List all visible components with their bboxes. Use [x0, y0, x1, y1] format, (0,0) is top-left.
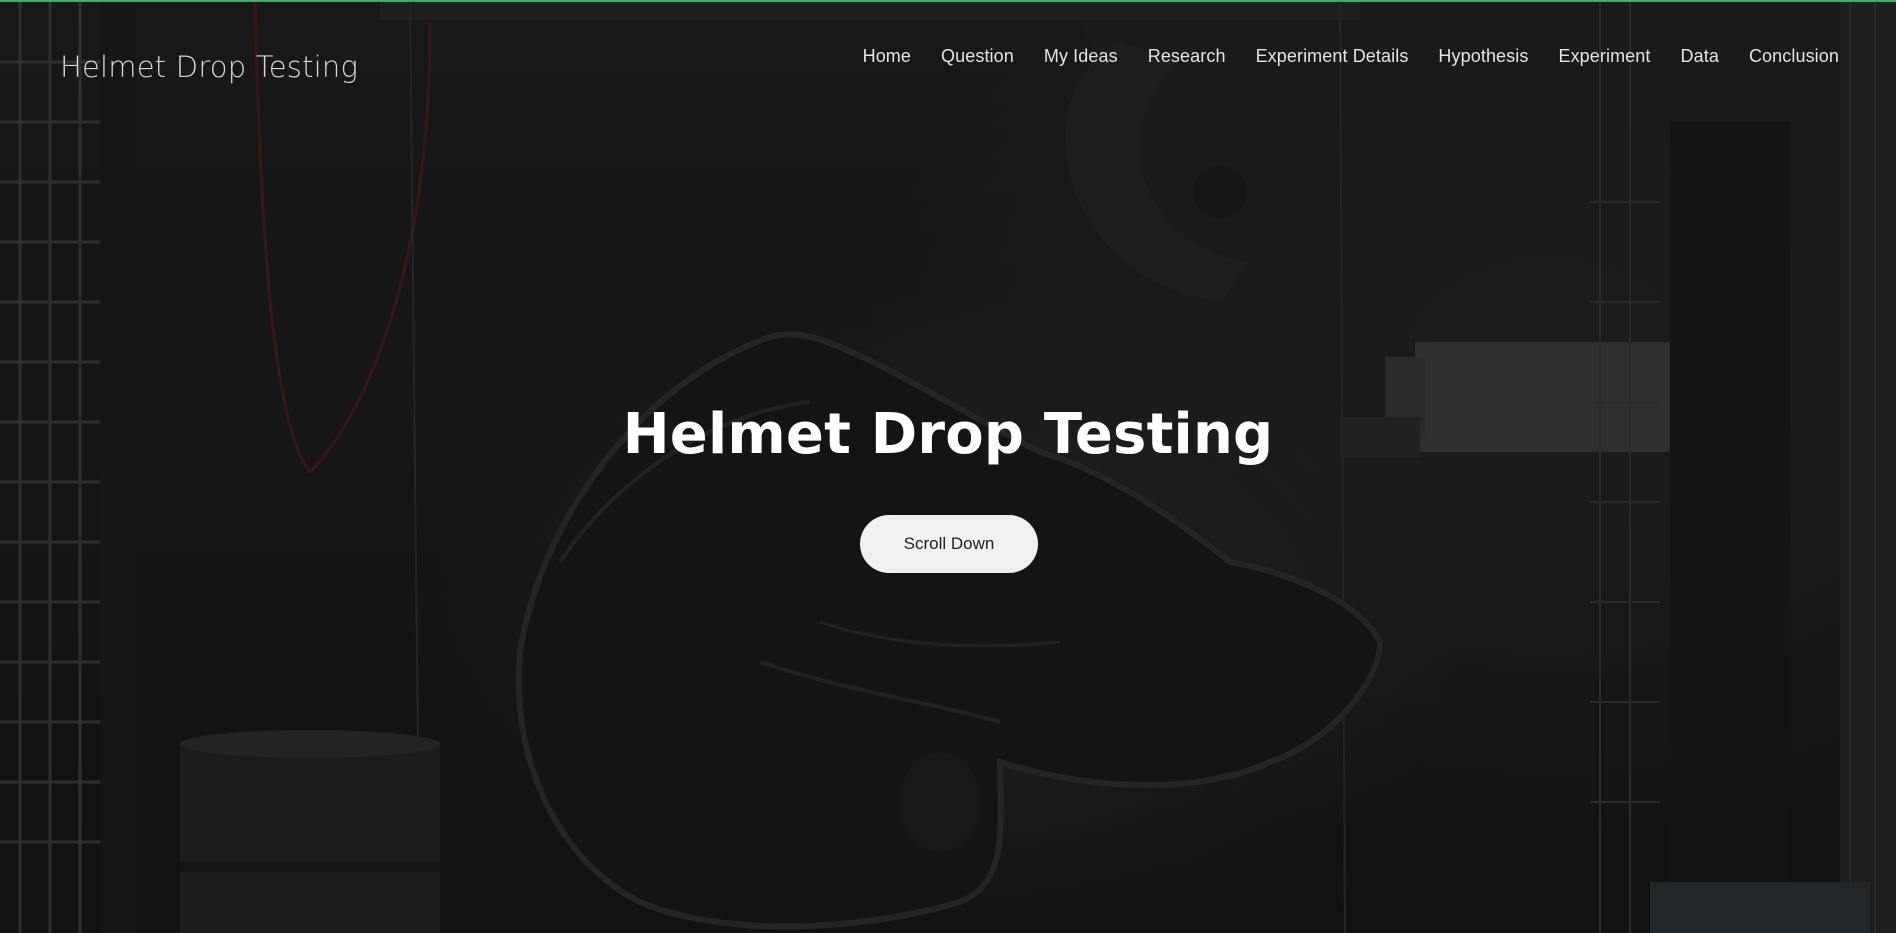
nav-item-research[interactable]: Research: [1133, 42, 1241, 71]
main-nav: Home Question My Ideas Research Experime…: [848, 42, 1854, 71]
site-brand-link[interactable]: Helmet Drop Testing: [60, 50, 358, 84]
nav-item-experiment[interactable]: Experiment: [1543, 42, 1665, 71]
nav-item-question[interactable]: Question: [926, 42, 1029, 71]
nav-item-home[interactable]: Home: [848, 42, 926, 71]
scroll-down-button[interactable]: Scroll Down: [860, 515, 1038, 573]
dark-overlay: [0, 2, 1896, 933]
hero-section: Helmet Drop Testing Home Question My Ide…: [0, 0, 1896, 933]
nav-item-hypothesis[interactable]: Hypothesis: [1423, 42, 1543, 71]
nav-item-conclusion[interactable]: Conclusion: [1734, 42, 1854, 71]
nav-item-experiment-details[interactable]: Experiment Details: [1241, 42, 1424, 71]
nav-item-data[interactable]: Data: [1666, 42, 1734, 71]
nav-item-my-ideas[interactable]: My Ideas: [1029, 42, 1133, 71]
hero-title: Helmet Drop Testing: [622, 402, 1274, 467]
